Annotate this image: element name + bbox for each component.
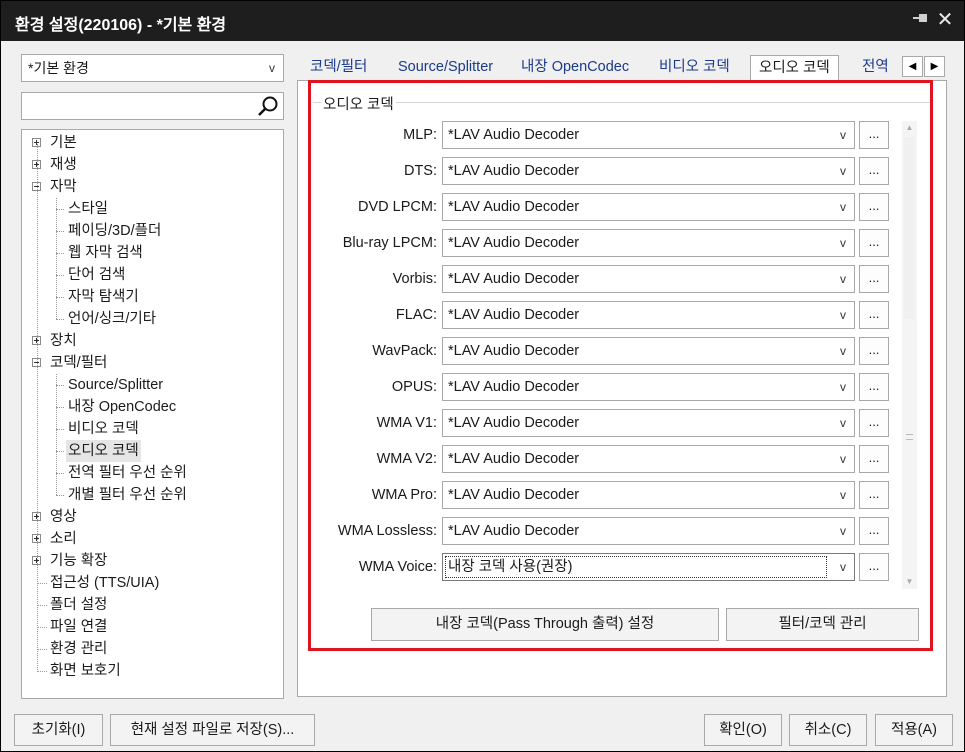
tree-connector [37,649,47,650]
close-icon[interactable]: ✕ [934,9,956,31]
tree-connector [56,429,64,430]
search-icon[interactable] [257,95,279,117]
window-title: 환경 설정(220106) - *기본 환경 [15,17,227,34]
tree-item[interactable]: 개별 필터 우선 순위 [66,484,189,506]
tree-item[interactable]: 영상 [48,506,79,528]
tree-item[interactable]: 환경 관리 [48,638,109,660]
tree-item[interactable]: 전역 필터 우선 순위 [66,462,189,484]
tree-line [56,374,57,495]
profile-select-value: *기본 환경 [28,60,89,76]
tree-item[interactable]: 자막 탐색기 [66,286,141,308]
chevron-down-icon: v [269,61,275,75]
ok-button[interactable]: 확인(O) [704,714,782,746]
tree-connector [56,297,64,298]
tree-item[interactable]: 장치 [48,330,79,352]
tab-item[interactable]: 내장 OpenCodec [513,54,637,80]
tree-item[interactable]: Source/Splitter [66,374,165,396]
chevron-left-icon: ◀ [908,61,917,72]
tree-item[interactable]: 단어 검색 [66,264,127,286]
tree-item[interactable]: 자막 [48,176,79,198]
tab-item[interactable]: Source/Splitter [390,54,501,80]
tab-item[interactable]: 코덱/필터 [302,54,375,80]
search-input[interactable] [21,92,284,120]
save-to-file-button[interactable]: 현재 설정 파일로 저장(S)... [110,714,315,746]
tree-item[interactable]: 기본 [48,132,79,154]
tree-item[interactable]: 오디오 코덱 [66,440,141,462]
tree-item[interactable]: 스타일 [66,198,110,220]
settings-tree[interactable]: 기본 재생 자막 스타일 페이딩/3D/플더 웹 자막 검색 단어 검색 자막 탐색기 언어/싱… [21,129,284,699]
tree-line [37,144,38,672]
tree-item[interactable]: 기능 확장 [48,550,109,572]
cancel-button[interactable]: 취소(C) [789,714,867,746]
tree-item[interactable]: 코덱/필터 [48,352,109,374]
tab-scroll-right-button[interactable]: ▶ [924,56,945,77]
tab-item[interactable]: 비디오 코덱 [651,54,738,80]
tree-connector [37,627,47,628]
tree-connector [56,319,64,320]
tree-item[interactable]: 언어/싱크/기타 [66,308,158,330]
tree-line [56,198,57,319]
tree-connector [56,473,64,474]
apply-button[interactable]: 적용(A) [875,714,953,746]
tree-connector [56,451,64,452]
tree-connector [56,231,64,232]
tab-scroll-left-button[interactable]: ◀ [902,56,923,77]
chevron-right-icon: ▶ [930,61,939,72]
tree-item[interactable]: 비디오 코덱 [66,418,141,440]
tree-connector [56,209,64,210]
title-bar[interactable]: 환경 설정(220106) - *기본 환경 ✕ [1,1,964,41]
tree-connector [56,407,64,408]
tree-item[interactable]: 접근성 (TTS/UIA) [48,572,161,594]
tree-connector [56,385,64,386]
tree-item[interactable]: 페이딩/3D/플더 [66,220,163,242]
tree-connector [37,605,47,606]
tab-item[interactable]: 오디오 코덱 [750,55,839,81]
settings-window: 환경 설정(220106) - *기본 환경 ✕ *기본 환경 v 기본 재생 자막… [0,0,965,752]
tree-item[interactable]: 소리 [48,528,79,550]
tree-connector [37,583,47,584]
tree-item[interactable]: 폴더 설정 [48,594,109,616]
tree-item[interactable]: 내장 OpenCodec [66,396,178,418]
tree-connector [56,253,64,254]
tree-item[interactable]: 화면 보호기 [48,660,123,682]
tree-item[interactable]: 웹 자막 검색 [66,242,145,264]
tree-connector [37,671,47,672]
profile-select[interactable]: *기본 환경 v [21,54,284,82]
highlight-box [308,80,933,651]
pin-icon[interactable] [909,9,931,31]
tree-connector [56,275,64,276]
tree-connector [56,495,64,496]
tab-item[interactable]: 전역 [854,54,897,80]
tree-item[interactable]: 파일 연결 [48,616,109,638]
reset-button[interactable]: 초기화(I) [14,714,103,746]
tree-item[interactable]: 재생 [48,154,79,176]
